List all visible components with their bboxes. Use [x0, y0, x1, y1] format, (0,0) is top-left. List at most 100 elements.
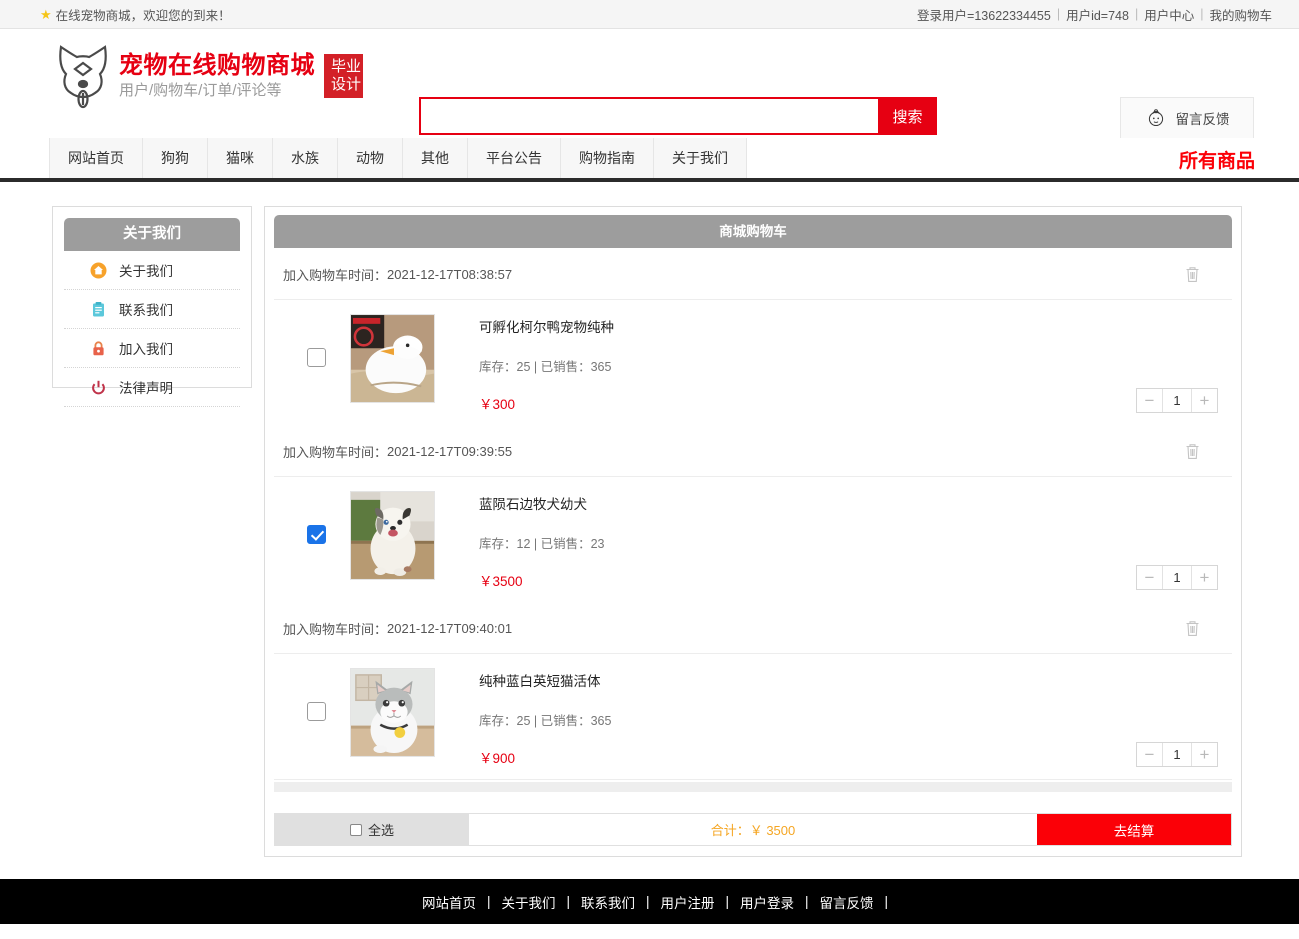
- cart-item-time-row: 加入购物车时间： 2021-12-17T09:39:55: [274, 425, 1232, 477]
- cart-item-time-row: 加入购物车时间： 2021-12-17T08:38:57: [274, 248, 1232, 300]
- cart-item-checkbox-cell: [283, 314, 350, 367]
- welcome-text: 在线宠物商城，欢迎您的到来！: [55, 8, 231, 23]
- divider: |: [884, 894, 889, 909]
- cart-time-value: 2021-12-17T09:39:55: [387, 444, 513, 459]
- nav-item-others[interactable]: 其他: [403, 138, 468, 178]
- select-all-label: 全选: [367, 823, 394, 838]
- white-duck-photo: [351, 315, 434, 402]
- quantity-stepper: − 1 +: [1136, 742, 1218, 767]
- product-price: ￥900: [479, 751, 516, 766]
- cart-time-label: 加入购物车时间：: [283, 268, 388, 283]
- footer-link-about[interactable]: 关于我们: [490, 892, 566, 912]
- nav-item-shopping-guide[interactable]: 购物指南: [561, 138, 654, 178]
- cart-item-checkbox[interactable]: [307, 525, 326, 544]
- british-shorthair-cat-photo: [351, 669, 434, 756]
- plus-icon[interactable]: +: [1192, 566, 1217, 589]
- select-all-checkbox[interactable]: [349, 823, 362, 836]
- divider: |: [1200, 7, 1204, 21]
- plus-icon[interactable]: +: [1192, 743, 1217, 766]
- footer-copyright: Copyright ©2021 基于SprintBoot宠物商城系统 某省ICP…: [0, 924, 1299, 939]
- cart-item: 纯种蓝白英短猫活体 库存：25 | 已销售：365 ￥900 − 1 +: [274, 654, 1232, 779]
- sidebar-item-about-us[interactable]: 关于我们: [64, 251, 240, 290]
- cart-item-checkbox-cell: [283, 668, 350, 721]
- sidebar-item-legal-notice[interactable]: 法律声明: [64, 368, 240, 407]
- product-name[interactable]: 蓝陨石边牧犬幼犬: [479, 493, 1222, 513]
- checkout-bar: 全选 合计：￥ 3500 去结算: [274, 813, 1232, 846]
- product-thumbnail[interactable]: [350, 314, 435, 403]
- user-face-icon: [1148, 109, 1163, 127]
- footer-link-feedback[interactable]: 留言反馈: [809, 892, 885, 912]
- quantity-value[interactable]: 1: [1162, 743, 1192, 766]
- product-thumbnail[interactable]: [350, 668, 435, 757]
- quantity-stepper: − 1 +: [1136, 388, 1218, 413]
- product-info: 可孵化柯尔鸭宠物纯种 库存：25 | 已销售：365 ￥300: [479, 314, 1222, 413]
- footer-link-register[interactable]: 用户注册: [650, 892, 726, 912]
- sidebar-title: 关于我们: [64, 218, 240, 251]
- quantity-value[interactable]: 1: [1162, 389, 1192, 412]
- nav-item-dogs[interactable]: 狗狗: [143, 138, 208, 178]
- cart-item-checkbox[interactable]: [307, 348, 326, 367]
- user-center-link[interactable]: 用户中心: [1144, 5, 1194, 24]
- cart-item-checkbox-cell: [283, 491, 350, 544]
- feedback-label: 留言反馈: [1175, 112, 1230, 127]
- delete-item-button[interactable]: [1185, 266, 1222, 283]
- main-content: 关于我们 关于我们 联系我们 加入我们 法律声明 商城购物车 加入购物车时间： …: [0, 182, 1299, 857]
- cart-panel: 商城购物车 加入购物车时间： 2021-12-17T08:38:57 可孵化柯尔…: [264, 206, 1242, 857]
- logo-block[interactable]: 宠物在线购物商城 用户/购物车/订单/评论等 毕业 设计: [55, 43, 363, 109]
- my-cart-link[interactable]: 我的购物车: [1209, 5, 1272, 24]
- sidebar-item-join-us[interactable]: 加入我们: [64, 329, 240, 368]
- checkout-button[interactable]: 去结算: [1037, 814, 1231, 845]
- nav-item-announcements[interactable]: 平台公告: [468, 138, 561, 178]
- sidebar-item-label: 联系我们: [119, 303, 173, 318]
- product-thumbnail[interactable]: [350, 491, 435, 580]
- product-stock: 库存：25 | 已销售：365: [479, 714, 612, 728]
- delete-item-button[interactable]: [1185, 620, 1222, 637]
- cart-time-label: 加入购物车时间：: [283, 445, 388, 460]
- cart-list-divider: [274, 779, 1232, 780]
- footer-link-contact[interactable]: 联系我们: [570, 892, 646, 912]
- user-id-text: 用户id=748: [1066, 8, 1129, 23]
- product-name[interactable]: 纯种蓝白英短猫活体: [479, 670, 1222, 690]
- footer-links: 网站首页 | 关于我们 | 联系我们 | 用户注册 | 用户登录 | 留言反馈 |: [0, 879, 1299, 924]
- minus-icon[interactable]: −: [1137, 743, 1162, 766]
- top-bar: ★ 在线宠物商城，欢迎您的到来！ 登录用户=13622334455 | 用户id…: [0, 0, 1299, 29]
- cart-item-checkbox[interactable]: [307, 702, 326, 721]
- nav-item-animals[interactable]: 动物: [338, 138, 403, 178]
- account-links: 登录用户=13622334455 | 用户id=748 | 用户中心 | 我的购…: [917, 5, 1272, 24]
- product-info: 蓝陨石边牧犬幼犬 库存：12 | 已销售：23 ￥3500: [479, 491, 1222, 590]
- cart-item: 蓝陨石边牧犬幼犬 库存：12 | 已销售：23 ￥3500 − 1 +: [274, 477, 1232, 602]
- quantity-value[interactable]: 1: [1162, 566, 1192, 589]
- lock-orange-icon: [90, 340, 107, 357]
- sidebar-item-label: 法律声明: [119, 381, 173, 396]
- sidebar: 关于我们 关于我们 联系我们 加入我们 法律声明: [52, 206, 252, 407]
- graduation-badge: 毕业 设计: [324, 53, 363, 99]
- cart-time-value: 2021-12-17T09:40:01: [387, 621, 513, 636]
- nav-item-about-us[interactable]: 关于我们: [654, 138, 747, 178]
- minus-icon[interactable]: −: [1137, 566, 1162, 589]
- search-input[interactable]: [419, 97, 878, 135]
- nav-item-cats[interactable]: 猫咪: [208, 138, 273, 178]
- welcome-message: ★ 在线宠物商城，欢迎您的到来！: [40, 5, 231, 24]
- sidebar-item-label: 加入我们: [119, 342, 173, 357]
- product-name[interactable]: 可孵化柯尔鸭宠物纯种: [479, 316, 1222, 336]
- cart-time-value: 2021-12-17T08:38:57: [387, 267, 513, 282]
- search-button[interactable]: 搜索: [878, 97, 937, 135]
- delete-item-button[interactable]: [1185, 443, 1222, 460]
- divider: |: [1134, 7, 1139, 21]
- plus-icon[interactable]: +: [1192, 389, 1217, 412]
- border-collie-puppy-photo: [351, 492, 434, 579]
- footer-link-login[interactable]: 用户登录: [729, 892, 805, 912]
- sidebar-item-contact-us[interactable]: 联系我们: [64, 290, 240, 329]
- all-goods-link[interactable]: 所有商品: [1179, 146, 1255, 173]
- nav-item-aquarium[interactable]: 水族: [273, 138, 338, 178]
- minus-icon[interactable]: −: [1137, 389, 1162, 412]
- cart-total: 合计：￥ 3500: [469, 814, 1037, 845]
- login-user-text: 登录用户=13622334455: [917, 8, 1051, 23]
- nav-item-home[interactable]: 网站首页: [50, 138, 143, 178]
- footer-link-home[interactable]: 网站首页: [411, 892, 487, 912]
- product-stock: 库存：25 | 已销售：365: [479, 360, 612, 374]
- feedback-button[interactable]: 留言反馈: [1120, 97, 1254, 139]
- logo-title: 宠物在线购物商城: [119, 51, 315, 79]
- product-price: ￥3500: [479, 574, 523, 589]
- select-all-control[interactable]: 全选: [275, 814, 469, 845]
